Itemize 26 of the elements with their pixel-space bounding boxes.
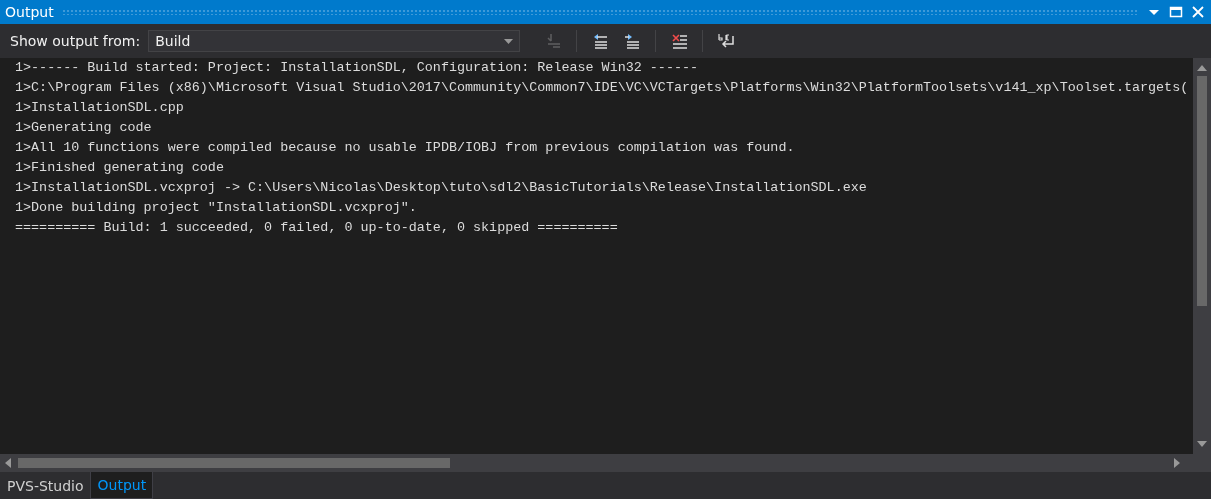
scroll-up-icon[interactable]: [1197, 64, 1207, 72]
clear-all-icon: [670, 32, 689, 50]
next-message-icon: [623, 32, 642, 50]
output-line: 1>C:\Program Files (x86)\Microsoft Visual Studio\2017\Community\Common7\IDE\VC\VCTargets\Platforms\Win32\PlatformToolsets\v141_xp\Toolset.targets(: [15, 79, 1190, 97]
close-icon[interactable]: [1191, 5, 1205, 19]
output-line: 1>InstallationSDL.vcxproj -> C:\Users\Nicolas\Desktop\tuto\sdl2\BasicTutorials\Release\InstallationSDL.exe: [15, 179, 868, 197]
scroll-right-icon[interactable]: [1173, 458, 1181, 468]
vertical-scrollbar[interactable]: [1193, 58, 1211, 454]
output-line: 1>Done building project "InstallationSDL.vcxproj".: [15, 199, 418, 217]
window-title: Output: [5, 4, 54, 20]
panel-tab[interactable]: Output: [89, 472, 154, 499]
horizontal-scrollbar[interactable]: [0, 454, 1211, 472]
output-line: ========== Build: 1 succeeded, 0 failed, 0 up-to-date, 0 skipped ==========: [15, 219, 619, 237]
output-line: 1>------ Build started: Project: InstallationSDL, Configuration: Release Win32 ------: [15, 59, 700, 77]
output-line: 1>InstallationSDL.cpp: [15, 99, 185, 117]
scroll-left-icon[interactable]: [4, 458, 12, 468]
scroll-down-icon[interactable]: [1197, 440, 1207, 448]
output-source-dropdown[interactable]: Build: [148, 30, 521, 52]
maximize-icon[interactable]: [1169, 5, 1183, 19]
output-source-label: Show output from:: [10, 33, 141, 49]
panel-tab[interactable]: PVS-Studio: [0, 472, 90, 499]
caret-icon: [504, 38, 514, 44]
output-line: 1>Generating code: [15, 119, 153, 137]
word-wrap-icon: [717, 32, 736, 50]
output-line: 1>Finished generating code: [15, 159, 225, 177]
output-line: 1>All 10 functions were compiled because no usable IPDB/IOBJ from previous compilation was found.: [15, 139, 796, 157]
